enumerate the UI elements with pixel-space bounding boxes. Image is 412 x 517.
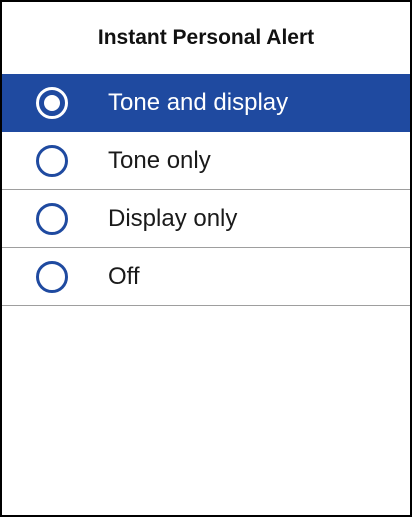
option-label: Off xyxy=(108,263,140,290)
alert-settings-screen: Instant Personal Alert Tone and display … xyxy=(0,0,412,517)
radio-selected-icon xyxy=(36,87,68,119)
radio-unselected-icon xyxy=(36,261,68,293)
radio-unselected-icon xyxy=(36,203,68,235)
option-display-only[interactable]: Display only xyxy=(2,190,410,248)
option-label: Tone and display xyxy=(108,89,289,116)
option-tone-only[interactable]: Tone only xyxy=(2,132,410,190)
option-label: Display only xyxy=(108,205,238,232)
radio-unselected-icon xyxy=(36,145,68,177)
option-off[interactable]: Off xyxy=(2,248,410,306)
page-title: Instant Personal Alert xyxy=(97,26,315,49)
alert-options-list: Tone and display Tone only Display only … xyxy=(2,74,410,306)
option-label: Tone only xyxy=(108,147,211,174)
option-tone-and-display[interactable]: Tone and display xyxy=(2,74,410,132)
